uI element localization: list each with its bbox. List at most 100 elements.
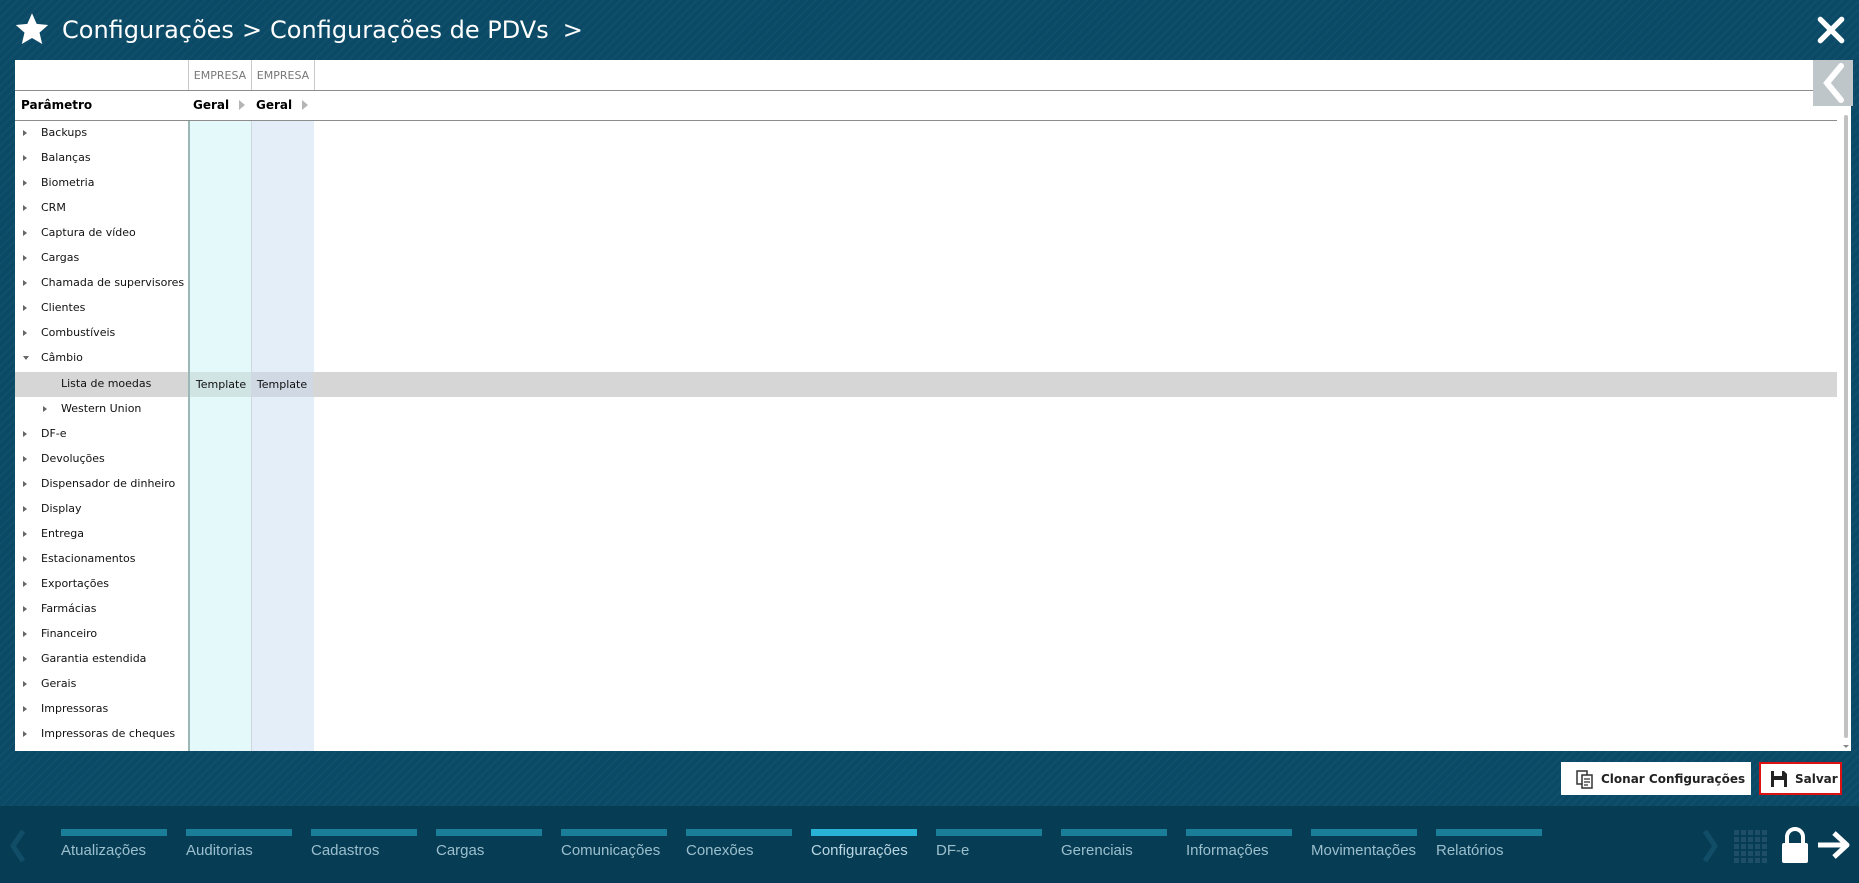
scroll-down-arrow-icon[interactable] bbox=[1843, 745, 1849, 748]
expanded-triangle-icon[interactable] bbox=[23, 356, 29, 361]
nav-item[interactable]: Comunicações bbox=[561, 829, 667, 859]
tree-row[interactable]: Biometria bbox=[15, 171, 1837, 196]
collapsed-triangle-icon[interactable] bbox=[23, 330, 27, 337]
clone-configurations-button[interactable]: Clonar Configurações bbox=[1561, 762, 1751, 795]
nav-item[interactable]: Cadastros bbox=[311, 829, 417, 859]
save-button[interactable]: Salvar bbox=[1759, 762, 1842, 795]
tree-row[interactable]: Clientes bbox=[15, 296, 1837, 321]
expand-column-icon[interactable] bbox=[239, 100, 246, 110]
collapsed-triangle-icon[interactable] bbox=[23, 430, 27, 437]
tree-row[interactable]: Captura de vídeo bbox=[15, 221, 1837, 246]
collapsed-triangle-icon[interactable] bbox=[23, 280, 27, 287]
tree-row[interactable]: Garantia estendida bbox=[15, 647, 1837, 672]
tree-row-label: Exportações bbox=[41, 576, 110, 590]
nav-item[interactable]: Auditorias bbox=[186, 829, 292, 859]
clone-button-label: Clonar Configurações bbox=[1601, 771, 1746, 786]
column-name-label: Geral bbox=[256, 98, 293, 112]
collapsed-triangle-icon[interactable] bbox=[23, 480, 27, 487]
tree-row[interactable]: Balanças bbox=[15, 146, 1837, 171]
tree-row[interactable]: DF-e bbox=[15, 422, 1837, 447]
collapsed-triangle-icon[interactable] bbox=[23, 656, 27, 663]
nav-item-bar bbox=[311, 829, 417, 836]
tree-row[interactable]: Estacionamentos bbox=[15, 547, 1837, 572]
nav-scroll-right-icon[interactable] bbox=[1700, 828, 1720, 864]
collapsed-triangle-icon[interactable] bbox=[23, 205, 27, 212]
tree-row[interactable]: Combustíveis bbox=[15, 321, 1837, 346]
tree-row-label: Impressoras de cheques bbox=[41, 727, 176, 741]
tree-row[interactable]: Dispensador de dinheiro bbox=[15, 472, 1837, 497]
tree-row-label: Gerais bbox=[41, 677, 77, 691]
apps-grid-icon[interactable] bbox=[1734, 830, 1768, 864]
breadcrumb-item-configuracoes-pdvs[interactable]: Configurações de PDVs bbox=[270, 16, 549, 44]
collapsed-triangle-icon[interactable] bbox=[23, 681, 27, 688]
column-name-header[interactable]: Geral bbox=[256, 98, 309, 112]
nav-item[interactable]: DF-e bbox=[936, 829, 1042, 859]
nav-item-bar bbox=[61, 829, 167, 836]
value-cell[interactable]: Template bbox=[251, 371, 313, 397]
tree-row[interactable]: Gerais bbox=[15, 672, 1837, 697]
tree-row[interactable]: Impressoras bbox=[15, 697, 1837, 722]
tree-row[interactable]: Impressoras de cheques bbox=[15, 722, 1837, 747]
nav-item-label: Conexões bbox=[686, 842, 754, 859]
nav-item[interactable]: Relatórios bbox=[1436, 829, 1542, 859]
collapsed-triangle-icon[interactable] bbox=[23, 130, 27, 136]
tree-row[interactable]: Exportações bbox=[15, 572, 1837, 597]
nav-item[interactable]: Configurações bbox=[811, 829, 917, 859]
nav-item[interactable]: Atualizações bbox=[61, 829, 167, 859]
collapsed-triangle-icon[interactable] bbox=[23, 255, 27, 262]
collapsed-triangle-icon[interactable] bbox=[23, 230, 27, 237]
nav-item-label: Atualizações bbox=[61, 842, 147, 859]
collapsed-triangle-icon[interactable] bbox=[23, 580, 27, 587]
nav-item-bar bbox=[561, 829, 667, 836]
vertical-scrollbar[interactable] bbox=[1841, 115, 1851, 751]
nav-item-label: Relatórios bbox=[1436, 842, 1504, 859]
tree-row[interactable]: Devoluções bbox=[15, 447, 1837, 472]
clone-icon bbox=[1576, 769, 1593, 789]
tree-row[interactable]: Backups bbox=[15, 121, 1837, 146]
tree-row-label: Devoluções bbox=[41, 451, 105, 465]
tree-row[interactable]: Western Union bbox=[15, 397, 1837, 422]
collapse-panel-button[interactable] bbox=[1813, 60, 1853, 106]
collapsed-triangle-icon[interactable] bbox=[23, 555, 27, 562]
value-cell[interactable]: Template bbox=[188, 371, 252, 397]
breadcrumb-item-configuracoes[interactable]: Configurações bbox=[62, 16, 234, 44]
collapsed-triangle-icon[interactable] bbox=[23, 731, 27, 738]
nav-item-label: Auditorias bbox=[186, 842, 253, 859]
collapsed-triangle-icon[interactable] bbox=[23, 706, 27, 713]
close-icon[interactable] bbox=[1815, 14, 1847, 46]
tree-row-label: Garantia estendida bbox=[41, 652, 147, 666]
nav-item[interactable]: Informações bbox=[1186, 829, 1292, 859]
tree-row-label: Dispensador de dinheiro bbox=[41, 476, 176, 490]
tree-row[interactable]: Display bbox=[15, 497, 1837, 522]
collapsed-triangle-icon[interactable] bbox=[23, 505, 27, 512]
tree-row[interactable]: Financeiro bbox=[15, 622, 1837, 647]
tree-row-label: Lista de moedas bbox=[61, 376, 152, 390]
tree-row[interactable]: CRM bbox=[15, 196, 1837, 221]
nav-item[interactable]: Movimentações bbox=[1311, 829, 1417, 859]
nav-item[interactable]: Cargas bbox=[436, 829, 542, 859]
collapsed-triangle-icon[interactable] bbox=[23, 305, 27, 312]
tree-row[interactable]: Cargas bbox=[15, 246, 1837, 271]
collapsed-triangle-icon[interactable] bbox=[43, 405, 47, 412]
collapsed-triangle-icon[interactable] bbox=[23, 155, 27, 162]
scrollbar-thumb[interactable] bbox=[1844, 115, 1848, 738]
collapsed-triangle-icon[interactable] bbox=[23, 605, 27, 612]
tree-row[interactable]: Câmbio bbox=[15, 346, 1837, 371]
collapsed-triangle-icon[interactable] bbox=[23, 530, 27, 537]
expand-column-icon[interactable] bbox=[302, 100, 309, 110]
nav-item-label: Comunicações bbox=[561, 842, 661, 859]
tree-row[interactable]: Lista de moedas Template Template bbox=[15, 371, 1837, 397]
collapsed-triangle-icon[interactable] bbox=[23, 180, 27, 187]
tree-row[interactable]: Entrega bbox=[15, 522, 1837, 547]
lock-icon[interactable] bbox=[1780, 826, 1810, 864]
collapsed-triangle-icon[interactable] bbox=[23, 631, 27, 637]
star-icon[interactable] bbox=[14, 11, 50, 47]
tree-row[interactable]: Farmácias bbox=[15, 597, 1837, 622]
exit-arrow-icon[interactable] bbox=[1816, 830, 1852, 860]
nav-item[interactable]: Conexões bbox=[686, 829, 792, 859]
nav-item[interactable]: Gerenciais bbox=[1061, 829, 1167, 859]
collapsed-triangle-icon[interactable] bbox=[23, 455, 27, 462]
nav-scroll-left-icon[interactable] bbox=[8, 828, 28, 864]
column-name-header[interactable]: Geral bbox=[193, 98, 246, 112]
tree-row[interactable]: Chamada de supervisores bbox=[15, 271, 1837, 296]
